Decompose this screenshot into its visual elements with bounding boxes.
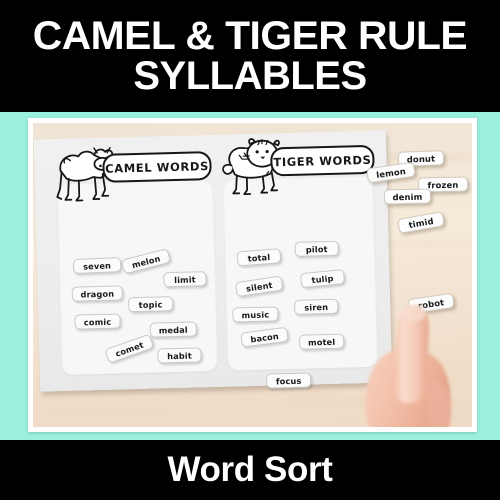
word-card[interactable]: robot — [407, 292, 455, 315]
photo-wood-background: CAMEL WORDS TIGER WORDS seven melon limit d… — [33, 123, 472, 427]
loose-word-card-group: donut lemon frozen denim timid robot — [33, 123, 472, 427]
top-title-banner: CAMEL & TIGER RULE SYLLABLES — [0, 0, 500, 112]
page-title-line-1: CAMEL & TIGER RULE — [32, 13, 468, 58]
poster: CAMEL & TIGER RULE SYLLABLES CAMEL WORDS… — [0, 0, 500, 500]
page-title-line-2: SYLLABLES — [133, 54, 367, 98]
word-card[interactable]: timid — [397, 211, 445, 234]
word-card[interactable]: denim — [383, 188, 432, 205]
photo-frame: CAMEL WORDS TIGER WORDS seven melon limit d… — [28, 118, 477, 432]
word-card[interactable]: lemon — [366, 161, 416, 184]
bottom-subtitle-banner: Word Sort — [0, 440, 500, 500]
page-subtitle: Word Sort — [167, 450, 333, 489]
